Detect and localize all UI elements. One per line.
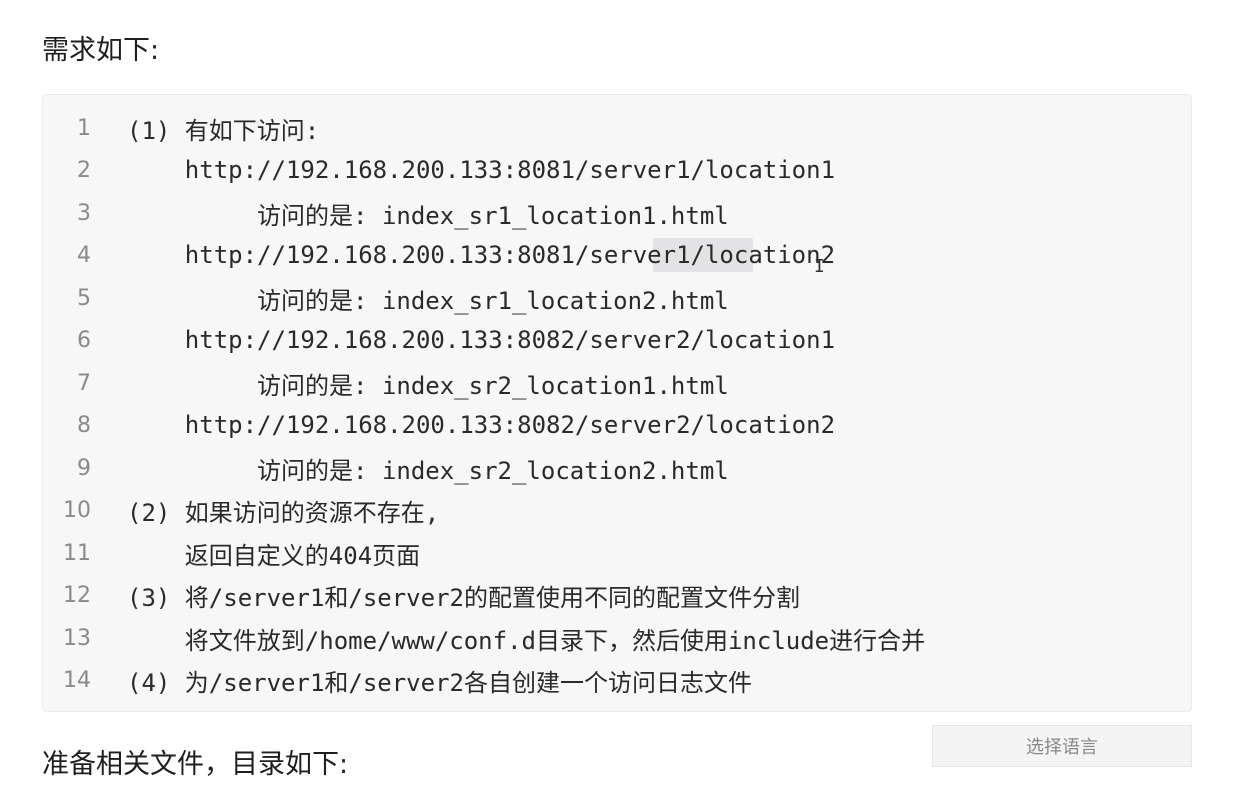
line-number: 12 [63,582,91,608]
code-line: 5 访问的是: index_sr1_location2.html [43,277,1191,319]
line-number: 7 [77,370,91,396]
code-line: 13 将文件放到/home/www/conf.d目录下，然后使用include进… [43,617,1191,659]
line-text: http://192.168.200.133:8081/server1/loca… [127,156,836,184]
code-line: 11 返回自定义的404页面 [43,532,1191,574]
code-line: 2 http://192.168.200.133:8081/server1/lo… [43,149,1191,191]
line-number: 13 [63,625,91,651]
code-line: 12 (3) 将/server1和/server2的配置使用不同的配置文件分割 [43,574,1191,616]
text-cursor-icon: I [814,256,825,277]
line-number: 6 [77,327,91,353]
line-number: 14 [63,667,91,693]
line-number: 3 [77,200,91,226]
line-number: 4 [77,242,91,268]
prepare-files-heading: 准备相关文件，目录如下: [42,749,349,780]
line-text: 访问的是: index_sr2_location1.html [127,371,729,400]
code-line: 14 (4) 为/server1和/server2各自创建一个访问日志文件 [43,659,1191,701]
select-language-button[interactable]: 选择语言 [932,725,1192,767]
code-line: 9 访问的是: index_sr2_location2.html [43,447,1191,489]
line-text: 访问的是: index_sr1_location1.html [127,201,729,230]
line-number: 10 [63,497,91,523]
line-number: 2 [77,157,91,183]
line-text: (3) 将/server1和/server2的配置使用不同的配置文件分割 [127,583,800,612]
line-text: 访问的是: index_sr1_location2.html [127,286,729,315]
line-text: (1) 有如下访问: [127,116,320,145]
line-text: (2) 如果访问的资源不存在, [127,498,440,527]
line-number: 11 [63,540,91,566]
line-text: http://192.168.200.133:8081/server1/loca… [127,241,836,269]
line-text: http://192.168.200.133:8082/server2/loca… [127,326,836,354]
code-line: 6 http://192.168.200.133:8082/server2/lo… [43,319,1191,361]
line-text: 访问的是: index_sr2_location2.html [127,456,729,485]
code-line: 10 (2) 如果访问的资源不存在, [43,489,1191,531]
line-text: http://192.168.200.133:8082/server2/loca… [127,411,836,439]
code-line: 8 http://192.168.200.133:8082/server2/lo… [43,404,1191,446]
line-text: 将文件放到/home/www/conf.d目录下，然后使用include进行合并 [127,626,926,655]
code-block[interactable]: 1 (1) 有如下访问: 2 http://192.168.200.133:80… [42,94,1192,712]
line-text: 返回自定义的404页面 [127,541,421,570]
line-number: 1 [77,115,91,141]
code-line: 1 (1) 有如下访问: [43,107,1191,149]
line-text: (4) 为/server1和/server2各自创建一个访问日志文件 [127,668,752,697]
code-line: 3 访问的是: index_sr1_location1.html [43,192,1191,234]
line-number: 8 [77,412,91,438]
requirements-heading: 需求如下: [42,35,160,66]
line-number: 9 [77,455,91,481]
line-number: 5 [77,285,91,311]
code-line: 7 访问的是: index_sr2_location1.html [43,362,1191,404]
code-line: 4 http://192.168.200.133:8081/server1/lo… [43,234,1191,276]
